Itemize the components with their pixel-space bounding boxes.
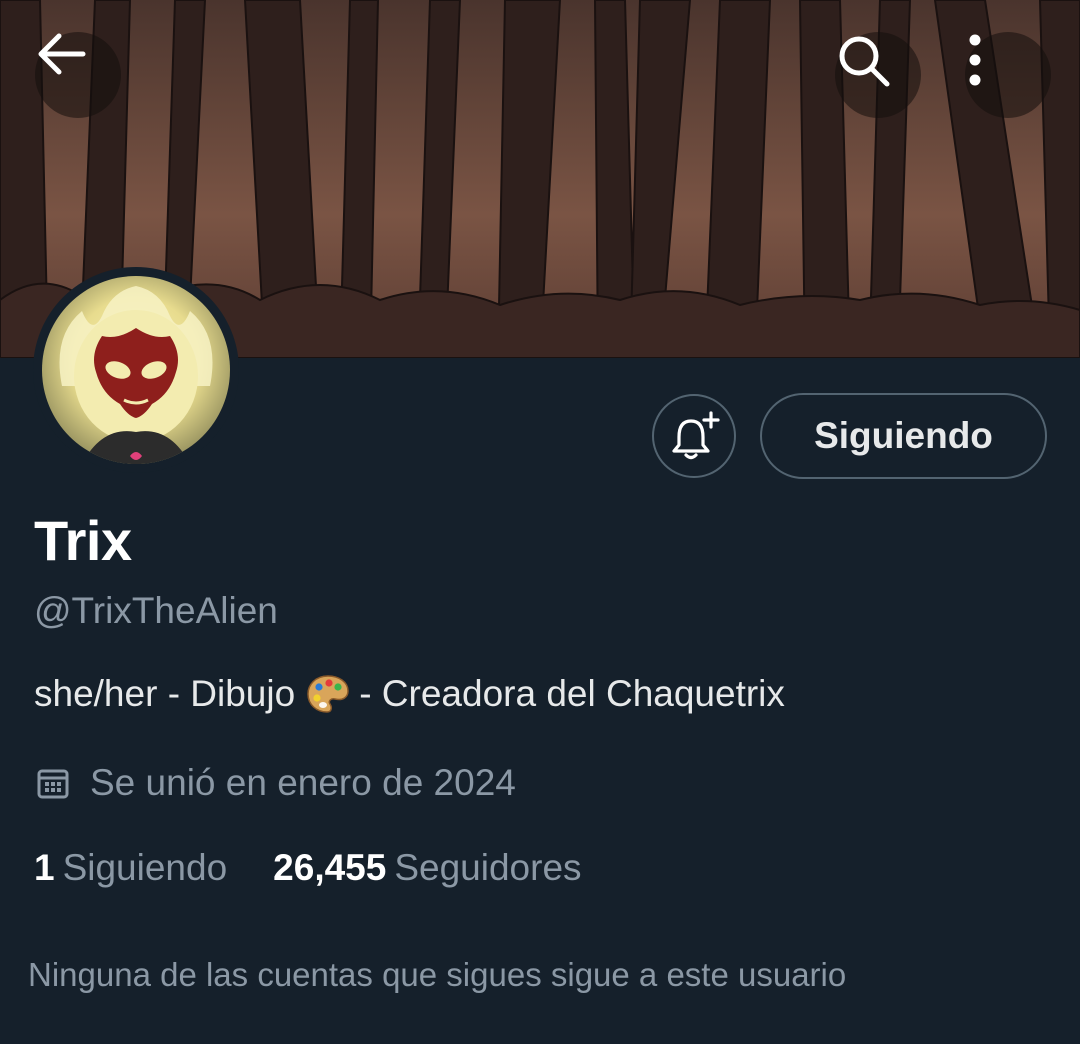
- palette-emoji-icon: [305, 673, 351, 715]
- profile-page: Siguiendo Trix @TrixTheAlien she/her - D…: [0, 0, 1080, 1044]
- search-button[interactable]: [835, 32, 921, 118]
- bio: she/her - Dibujo - Creadora del Chaquetr…: [34, 673, 785, 715]
- join-date: Se unió en enero de 2024: [36, 762, 516, 804]
- followers-link[interactable]: 26,455 Seguidores: [273, 847, 581, 889]
- following-link[interactable]: 1 Siguiendo: [34, 847, 227, 889]
- join-date-text: Se unió en enero de 2024: [90, 762, 516, 803]
- user-handle: @TrixTheAlien: [34, 590, 278, 631]
- calendar-icon: [37, 769, 69, 799]
- more-vertical-icon: [969, 34, 981, 86]
- back-button[interactable]: [35, 32, 121, 118]
- avatar-image: [42, 276, 230, 464]
- palette-icon: [307, 675, 349, 713]
- following-button[interactable]: Siguiendo: [760, 393, 1047, 479]
- followers-label: Seguidores: [394, 847, 582, 888]
- follow-stats: 1 Siguiendo 26,455 Seguidores: [34, 847, 582, 889]
- followers-count: 26,455: [273, 847, 387, 888]
- alien-avatar-illustration: [59, 286, 213, 464]
- bell-plus-icon: [672, 411, 720, 460]
- display-name: Trix: [34, 509, 132, 572]
- search-icon: [839, 36, 890, 87]
- arrow-left-icon: [38, 33, 86, 75]
- notifications-button[interactable]: [652, 394, 736, 478]
- avatar[interactable]: [33, 267, 239, 473]
- following-count: 1: [34, 847, 55, 888]
- bio-text-start: she/her - Dibujo: [34, 673, 296, 714]
- mutual-followers-note: Ninguna de las cuentas que sigues sigue …: [28, 956, 847, 993]
- following-label: Siguiendo: [62, 847, 228, 888]
- more-options-button[interactable]: [965, 32, 1051, 118]
- bio-text-end: - Creadora del Chaquetrix: [359, 673, 785, 714]
